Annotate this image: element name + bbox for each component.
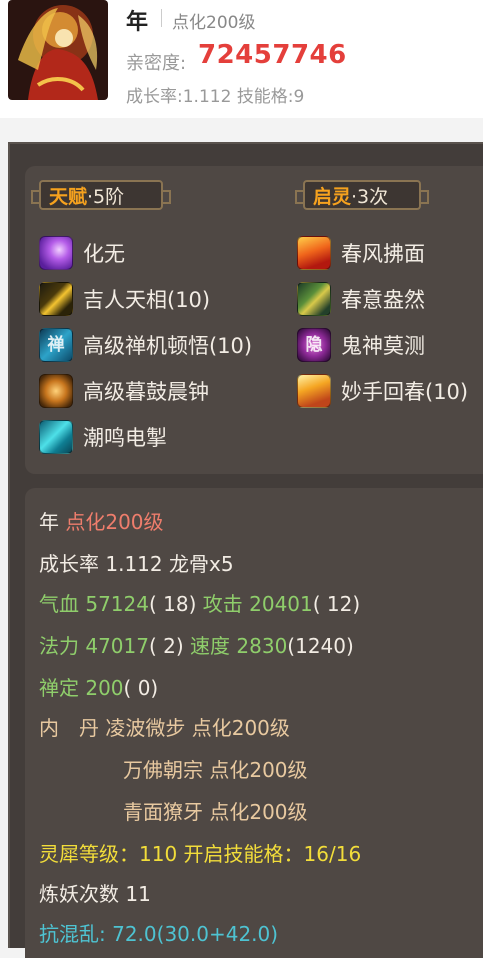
resist-line: 抗混乱: 72.0(30.0+42.0) bbox=[39, 918, 278, 947]
intimacy-label: 亲密度: bbox=[126, 53, 187, 74]
atk-label: 攻击 bbox=[202, 592, 243, 616]
hp-atk-line: 气血 57124( 18) 攻击 20401( 12) bbox=[39, 588, 360, 617]
growth-value: 1.112 bbox=[105, 552, 163, 576]
skill-item[interactable]: 妙手回春(10) bbox=[297, 372, 468, 410]
skill-name: 春风拂面 bbox=[341, 242, 425, 266]
inner-core-name: 万佛朝宗 bbox=[123, 758, 203, 782]
skills-box: 天赋·5阶 启灵·3次 化无 吉人天相(10) 禅 高级禅机顿悟(10) 高级暮… bbox=[25, 166, 483, 474]
growth-summary: 成长率:1.112 技能格:9 bbox=[126, 82, 304, 107]
inner-core-line: 内 丹 凌波微步 点化200级 bbox=[39, 712, 290, 741]
skill-name: 化无 bbox=[83, 242, 125, 266]
skill-name: 春意盎然 bbox=[341, 288, 425, 312]
skill-item[interactable]: 隐 鬼神莫测 bbox=[297, 326, 425, 364]
resist-value: 72.0(30.0+42.0) bbox=[112, 922, 279, 946]
inner-core-name: 凌波微步 bbox=[105, 716, 186, 740]
spd-extra: (1240) bbox=[287, 634, 354, 658]
inner-core-name: 青面獠牙 bbox=[123, 800, 203, 824]
atk-value: 20401 bbox=[249, 592, 313, 616]
mp-spd-line: 法力 47017( 2) 速度 2830(1240) bbox=[39, 630, 354, 659]
skill-item[interactable]: 春意盎然 bbox=[297, 280, 425, 318]
chanji-glyph: 禅 bbox=[47, 335, 65, 355]
growth-line: 成长率 1.112 龙骨x5 bbox=[39, 548, 234, 577]
pet-avatar[interactable] bbox=[8, 0, 108, 100]
chaoming-icon bbox=[39, 420, 73, 454]
talent-tag: 天赋·5阶 bbox=[31, 180, 171, 210]
miaoshou-icon bbox=[297, 374, 331, 408]
atk-extra: ( 12) bbox=[312, 592, 361, 616]
resist-label: 抗混乱: bbox=[39, 922, 106, 946]
refine-line: 炼妖次数 11 bbox=[39, 882, 151, 906]
inner-core-line: 万佛朝宗 点化200级 bbox=[123, 754, 308, 783]
guishen-glyph: 隐 bbox=[305, 335, 323, 355]
skill-name: 妙手回春(10) bbox=[341, 380, 469, 404]
skill-item[interactable]: 吉人天相(10) bbox=[39, 280, 210, 318]
huawu-icon bbox=[39, 236, 73, 270]
skill-item[interactable]: 春风拂面 bbox=[297, 234, 425, 272]
skill-name: 高级禅机顿悟(10) bbox=[83, 334, 253, 358]
mp-value: 47017 bbox=[85, 634, 149, 658]
talent-rank: ·5阶 bbox=[87, 186, 125, 208]
talent-title: 天赋 bbox=[49, 186, 88, 208]
growth-rate: 成长率:1.112 bbox=[126, 87, 232, 107]
chanji-icon: 禅 bbox=[39, 328, 73, 362]
spd-label: 速度 bbox=[190, 634, 231, 658]
awaken-tag: 启灵·3次 bbox=[295, 180, 429, 210]
inner-core-level: 点化200级 bbox=[191, 716, 290, 740]
skill-item[interactable]: 禅 高级禅机顿悟(10) bbox=[39, 326, 252, 364]
hp-extra: ( 18) bbox=[148, 592, 197, 616]
pet-detail-panel: 天赋·5阶 启灵·3次 化无 吉人天相(10) 禅 高级禅机顿悟(10) 高级暮… bbox=[8, 142, 483, 958]
skill-name: 鬼神莫测 bbox=[341, 334, 425, 358]
pet-level: 点化200级 bbox=[172, 13, 256, 33]
mp-label: 法力 bbox=[39, 634, 79, 658]
skill-item[interactable]: 潮鸣电掣 bbox=[39, 418, 167, 456]
calm-value: 200 bbox=[85, 676, 124, 700]
skill-name: 潮鸣电掣 bbox=[83, 426, 167, 450]
chunyi-icon bbox=[297, 282, 331, 316]
hp-value: 57124 bbox=[85, 592, 149, 616]
pet-portrait-icon bbox=[8, 0, 108, 100]
pet-header: 年 点化200级 亲密度: 72457746 成长率:1.112 技能格:9 bbox=[0, 0, 483, 118]
mp-extra: ( 2) bbox=[148, 634, 184, 658]
stats-title-line: 年 点化200级 bbox=[39, 506, 164, 535]
skill-item[interactable]: 高级暮鼓晨钟 bbox=[39, 372, 209, 410]
stats-level: 点化200级 bbox=[65, 510, 164, 534]
stats-box: 年 点化200级 成长率 1.112 龙骨x5 气血 57124( 18) 攻击… bbox=[25, 488, 483, 958]
calm-extra: ( 0) bbox=[123, 676, 159, 700]
growth-label: 成长率 bbox=[39, 552, 99, 576]
awaken-count: ·3次 bbox=[351, 186, 389, 208]
pet-name: 年 bbox=[126, 10, 149, 35]
hp-label: 气血 bbox=[39, 592, 79, 616]
chunfeng-icon bbox=[297, 236, 331, 270]
intimacy-value: 72457746 bbox=[198, 40, 347, 70]
skill-name: 吉人天相(10) bbox=[83, 288, 211, 312]
calm-label: 禅定 bbox=[39, 676, 79, 700]
mugu-icon bbox=[39, 374, 73, 408]
inner-core-level: 点化200级 bbox=[209, 800, 308, 824]
inner-core-line: 青面獠牙 点化200级 bbox=[123, 796, 308, 825]
stats-name: 年 bbox=[39, 510, 59, 534]
dragon-bone: 龙骨x5 bbox=[168, 552, 234, 576]
jiren-icon bbox=[39, 282, 73, 316]
inner-core-level: 点化200级 bbox=[209, 758, 308, 782]
awaken-title: 启灵 bbox=[313, 186, 352, 208]
rhino-line: 灵犀等级：110 开启技能格：16/16 bbox=[39, 842, 362, 866]
guishen-icon: 隐 bbox=[297, 328, 331, 362]
skill-item[interactable]: 化无 bbox=[39, 234, 125, 272]
name-divider bbox=[161, 9, 162, 27]
inner-core-label: 内 丹 bbox=[39, 716, 99, 740]
spd-value: 2830 bbox=[236, 634, 288, 658]
skill-slots: 技能格:9 bbox=[236, 87, 305, 107]
skill-name: 高级暮鼓晨钟 bbox=[83, 380, 209, 404]
calm-line: 禅定 200( 0) bbox=[39, 672, 158, 701]
